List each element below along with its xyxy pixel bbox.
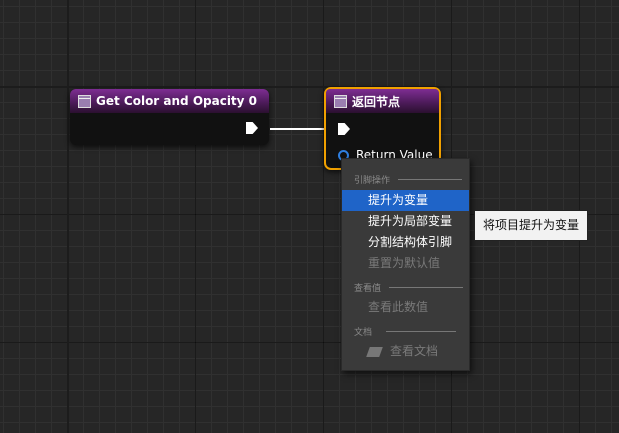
- exec-output-pin[interactable]: [246, 122, 258, 134]
- node-title: 返回节点: [352, 94, 401, 109]
- section-documentation: 文档: [354, 325, 457, 338]
- divider: [398, 179, 463, 180]
- book-icon: [366, 346, 383, 357]
- view-documentation-item[interactable]: 查看文档: [342, 341, 469, 362]
- watch-value-item[interactable]: 查看此数值: [342, 297, 469, 318]
- tooltip: 将项目提升为变量: [474, 210, 588, 241]
- node-header[interactable]: Get Color and Opacity 0: [70, 89, 269, 113]
- context-menu: 引脚操作 提升为变量 提升为局部变量 分割结构体引脚 重置为默认值 查看值 查看…: [341, 158, 470, 371]
- function-icon: [334, 94, 347, 108]
- section-watch: 查看值: [354, 281, 464, 294]
- node-header[interactable]: 返回节点: [326, 89, 439, 113]
- node-title: Get Color and Opacity 0: [96, 94, 258, 108]
- promote-to-variable-item[interactable]: 提升为变量: [342, 190, 469, 211]
- divider: [389, 287, 464, 288]
- reset-to-default-item[interactable]: 重置为默认值: [342, 253, 469, 274]
- promote-to-local-variable-item[interactable]: 提升为局部变量: [342, 211, 469, 232]
- split-struct-pin-item[interactable]: 分割结构体引脚: [342, 232, 469, 253]
- divider: [386, 331, 457, 332]
- function-icon: [78, 94, 91, 108]
- get-color-and-opacity-node[interactable]: Get Color and Opacity 0: [70, 89, 269, 145]
- exec-input-pin[interactable]: [338, 123, 350, 135]
- section-pin-actions: 引脚操作: [354, 173, 463, 186]
